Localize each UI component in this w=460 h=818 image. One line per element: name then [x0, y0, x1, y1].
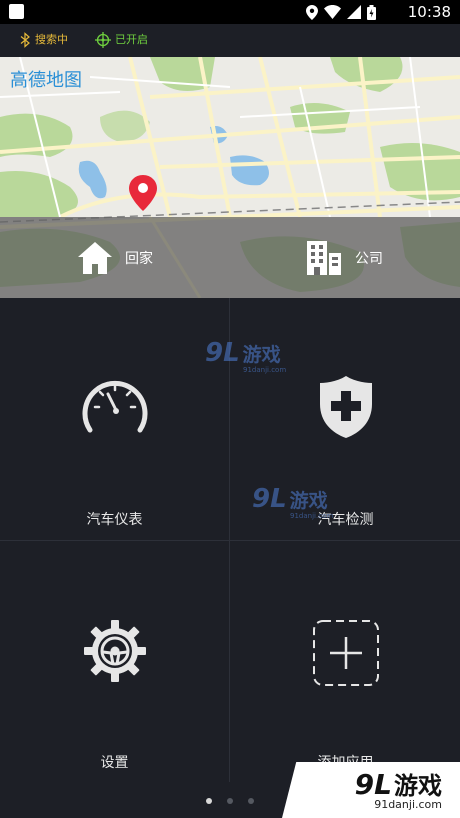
- map-pin-icon: [129, 175, 157, 211]
- building-icon: [307, 240, 341, 275]
- settings-tile-label: 设置: [100, 755, 129, 771]
- shield-plus-icon: [319, 376, 372, 438]
- company-shortcut-label: 公司: [355, 250, 383, 267]
- clock: 10:38: [407, 3, 451, 21]
- page-dot[interactable]: [248, 798, 254, 804]
- gps-status-label: 已开启: [115, 33, 148, 46]
- watermark-logo: 9L 游戏: [252, 484, 328, 514]
- page-dot[interactable]: [206, 798, 212, 804]
- wifi-icon: [324, 5, 341, 19]
- location-icon: [306, 4, 318, 20]
- home-icon: [78, 241, 112, 274]
- shortcut-bar: 回家 公司: [0, 217, 460, 298]
- signal-icon: [347, 5, 361, 19]
- add-icon: [312, 620, 379, 686]
- battery-icon: [367, 4, 376, 20]
- speedometer-icon: [82, 380, 147, 433]
- corner-logo: 9L 游戏 91danji.com: [282, 762, 460, 818]
- watermark-url: 91danji.com: [243, 366, 287, 374]
- home-shortcut-label: 回家: [125, 250, 153, 267]
- bluetooth-status-label: 搜索中: [35, 33, 68, 46]
- company-shortcut[interactable]: 公司: [305, 217, 383, 298]
- crosshair-icon: [95, 32, 111, 48]
- steering-gear-icon: [83, 620, 146, 682]
- app-grid: 汽车仪表 汽车检测 设置: [0, 298, 460, 782]
- status-icons: [306, 4, 376, 20]
- add-app-tile[interactable]: 添加应用: [231, 541, 460, 783]
- gps-status[interactable]: 已开启: [95, 30, 148, 50]
- home-shortcut[interactable]: 回家: [77, 217, 153, 298]
- app-bar: 搜索中 已开启: [0, 24, 460, 57]
- watermark-logo: 9L 游戏: [205, 338, 281, 368]
- notification-icon: [9, 4, 24, 19]
- page-dot[interactable]: [227, 798, 233, 804]
- bluetooth-icon: [20, 32, 30, 48]
- map-widget[interactable]: 高德地图 回家 公司: [0, 57, 460, 298]
- dashboard-tile-label: 汽车仪表: [86, 512, 143, 528]
- bluetooth-status[interactable]: 搜索中: [20, 30, 68, 50]
- map-title: 高德地图: [10, 70, 82, 91]
- status-bar: 10:38: [0, 0, 460, 24]
- settings-tile[interactable]: 设置: [0, 541, 229, 783]
- watermark-url: 91danji.com: [290, 512, 334, 520]
- dashboard-tile[interactable]: 汽车仪表: [0, 298, 229, 540]
